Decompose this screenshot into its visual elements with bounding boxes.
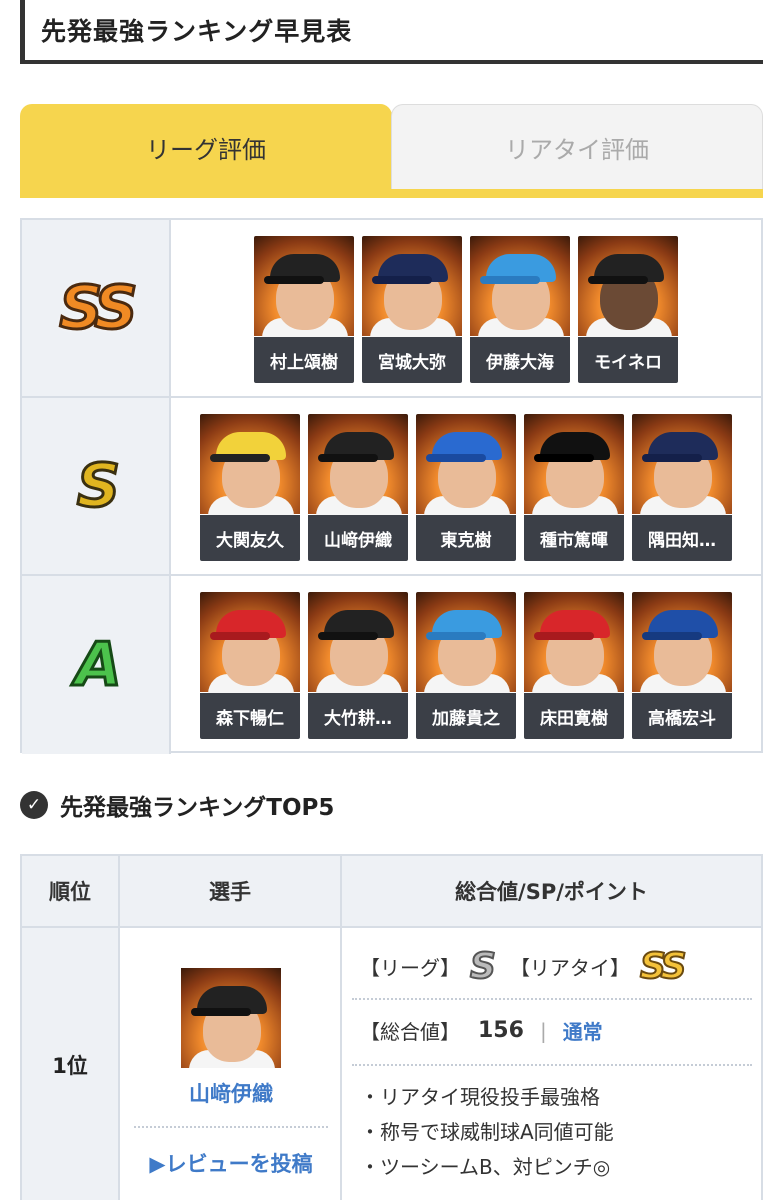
divider — [352, 1064, 752, 1066]
tier-cards: 森下暢仁 大竹耕… 加藤貴之 床田寛樹 高橋宏斗 — [200, 592, 732, 739]
player-name: 大関友久 — [200, 515, 300, 561]
player-photo — [632, 592, 732, 698]
player-card[interactable]: モイネロ — [578, 236, 678, 383]
player-photo — [308, 414, 408, 520]
section-title: 先発最強ランキングTOP5 — [60, 795, 335, 821]
post-review-link[interactable]: ▶レビューを投稿 — [120, 1148, 342, 1178]
tier-row-a: A 森下暢仁 大竹耕… 加藤貴之 床田寛樹 高橋宏斗 — [22, 576, 761, 754]
section-heading: ✓ 先発最強ランキングTOP5 — [20, 788, 334, 822]
rank-cell: 1位 — [22, 928, 118, 1200]
list-item: ・称号で球威制球A同値可能 — [360, 1120, 614, 1144]
player-photo[interactable] — [181, 968, 281, 1068]
player-photo — [416, 414, 516, 520]
player-photo — [524, 592, 624, 698]
points-list: ・リアタイ現役投手最強格 ・称号で球威制球A同値可能 ・ツーシームB、対ピンチ◎ — [360, 1080, 614, 1185]
tier-label-ss: SS — [22, 220, 171, 396]
league-label: 【リーグ】 — [360, 956, 460, 980]
tier-row-ss: SS 村上頌樹 宮城大弥 伊藤大海 モイネロ — [22, 220, 761, 398]
player-photo — [200, 414, 300, 520]
total-row: 【総合値】 156 | 通常 — [360, 1016, 603, 1045]
a-rank-icon: A — [74, 629, 124, 702]
player-photo — [470, 236, 570, 342]
player-name: 加藤貴之 — [416, 693, 516, 739]
tier-label-a: A — [22, 576, 171, 754]
player-card[interactable]: 加藤貴之 — [416, 592, 516, 739]
player-card[interactable]: 大竹耕… — [308, 592, 408, 739]
player-name: 東克樹 — [416, 515, 516, 561]
tab-league-rating[interactable]: リーグ評価 — [20, 104, 392, 190]
player-photo — [308, 592, 408, 698]
divider — [352, 998, 752, 1000]
detail-cell: 【リーグ】 S 【リアタイ】 SS 【総合値】 156 | 通常 ・リアタイ現役… — [340, 928, 761, 1200]
player-card[interactable]: 床田寛樹 — [524, 592, 624, 739]
player-name: 隅田知… — [632, 515, 732, 561]
player-name: 森下暢仁 — [200, 693, 300, 739]
check-circle-icon: ✓ — [20, 791, 48, 819]
page-header: 先発最強ランキング早見表 — [20, 0, 763, 64]
page-title: 先発最強ランキング早見表 — [41, 17, 353, 46]
list-item: ・ツーシームB、対ピンチ◎ — [360, 1155, 611, 1179]
player-cell: 山﨑伊織 ▶レビューを投稿 — [118, 928, 340, 1200]
player-name: 村上頌樹 — [254, 337, 354, 383]
player-name: 宮城大弥 — [362, 337, 462, 383]
tier-row-s: S 大関友久 山﨑伊織 東克樹 種市篤暉 隅田知… — [22, 398, 761, 576]
tab-label: リーグ評価 — [146, 135, 266, 164]
player-name: 伊藤大海 — [470, 337, 570, 383]
player-card[interactable]: 東克樹 — [416, 414, 516, 561]
player-card[interactable]: 高橋宏斗 — [632, 592, 732, 739]
player-photo — [632, 414, 732, 520]
rating-row: 【リーグ】 S 【リアタイ】 SS — [360, 945, 701, 988]
player-card[interactable]: 伊藤大海 — [470, 236, 570, 383]
player-name: 床田寛樹 — [524, 693, 624, 739]
player-card[interactable]: 大関友久 — [200, 414, 300, 561]
tab-realtime-rating[interactable]: リアタイ評価 — [391, 104, 763, 190]
player-card[interactable]: 村上頌樹 — [254, 236, 354, 383]
ranking-table: 順位 選手 総合値/SP/ポイント 1位 山﨑伊織 ▶レビューを投稿 【リーグ】… — [20, 854, 763, 1200]
table-row: 1位 山﨑伊織 ▶レビューを投稿 【リーグ】 S 【リアタイ】 SS 【総合値】… — [22, 928, 761, 1200]
player-name: モイネロ — [578, 337, 678, 383]
s-rank-icon: S — [469, 945, 497, 988]
table-header: 順位 選手 総合値/SP/ポイント — [22, 856, 761, 928]
type-link[interactable]: 通常 — [563, 1016, 603, 1045]
player-card[interactable]: 隅田知… — [632, 414, 732, 561]
separator: | — [539, 1018, 547, 1043]
player-name: 大竹耕… — [308, 693, 408, 739]
total-label: 【総合値】 — [360, 1020, 460, 1044]
tab-underline — [20, 189, 763, 198]
player-name: 種市篤暉 — [524, 515, 624, 561]
player-card[interactable]: 宮城大弥 — [362, 236, 462, 383]
total-value: 156 — [478, 1018, 524, 1043]
player-photo — [578, 236, 678, 342]
header-player: 選手 — [118, 856, 340, 926]
player-photo — [254, 236, 354, 342]
list-item: ・リアタイ現役投手最強格 — [360, 1085, 600, 1109]
rating-tabs: リーグ評価 リアタイ評価 — [20, 104, 763, 198]
tier-label-s: S — [22, 398, 171, 574]
player-photo — [416, 592, 516, 698]
header-rank: 順位 — [49, 880, 91, 904]
player-card[interactable]: 森下暢仁 — [200, 592, 300, 739]
player-card[interactable]: 山﨑伊織 — [308, 414, 408, 561]
tier-cards: 大関友久 山﨑伊織 東克樹 種市篤暉 隅田知… — [200, 414, 732, 561]
tier-cards: 村上頌樹 宮城大弥 伊藤大海 モイネロ — [254, 236, 678, 383]
s-rank-icon: S — [75, 450, 121, 523]
ss-rank-icon: SS — [58, 272, 139, 345]
player-name: 高橋宏斗 — [632, 693, 732, 739]
ss-rank-icon: SS — [639, 945, 688, 988]
tab-label: リアタイ評価 — [505, 136, 649, 164]
realtime-label: 【リアタイ】 — [509, 956, 630, 980]
tier-table: SS 村上頌樹 宮城大弥 伊藤大海 モイネロ S 大関友久 山﨑伊織 東克樹 種… — [20, 218, 763, 754]
player-photo — [524, 414, 624, 520]
player-name-link[interactable]: 山﨑伊織 — [120, 1078, 342, 1108]
header-detail: 総合値/SP/ポイント — [340, 856, 761, 926]
player-photo — [362, 236, 462, 342]
player-photo — [200, 592, 300, 698]
divider — [134, 1126, 328, 1128]
player-card[interactable]: 種市篤暉 — [524, 414, 624, 561]
player-name: 山﨑伊織 — [308, 515, 408, 561]
